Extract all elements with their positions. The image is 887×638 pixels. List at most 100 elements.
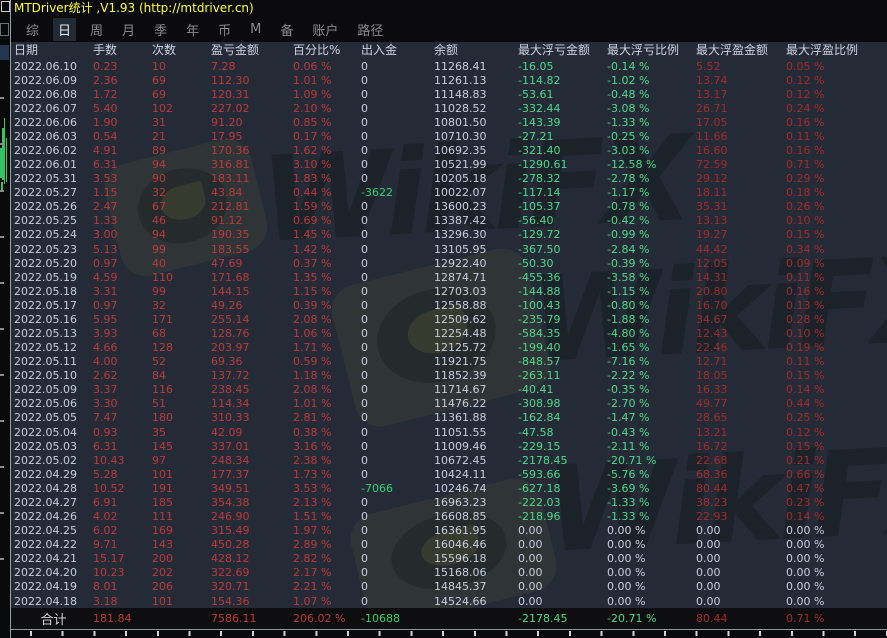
column-header[interactable]: 手数 (93, 42, 152, 59)
table-row[interactable]: 2022.05.0210.4397248.342.38 %010672.45-2… (11, 453, 887, 467)
table-row[interactable]: 2022.04.256.02169315.491.97 %016361.950.… (11, 524, 887, 538)
cell: 102 (152, 102, 211, 115)
cell: 0 (361, 200, 434, 213)
cell: 35.31 (696, 200, 786, 213)
table-row[interactable]: 2022.05.243.0094190.351.45 %013296.30-12… (11, 228, 887, 242)
cell: 2022.04.25 (14, 524, 93, 537)
cell: 322.69 (211, 566, 293, 579)
table-row[interactable]: 2022.05.057.47180310.332.81 %011361.88-1… (11, 411, 887, 425)
menu-item-币[interactable]: 币 (213, 18, 236, 41)
cell: 1.72 (93, 88, 152, 101)
menu-item-路径[interactable]: 路径 (352, 18, 388, 41)
tick-mark (0, 97, 4, 99)
table-row[interactable]: 2022.04.295.28101177.371.73 %010424.11-5… (11, 467, 887, 481)
table-row[interactable]: 2022.06.061.903191.200.85 %010801.50-143… (11, 115, 887, 129)
table-row[interactable]: 2022.05.194.59110171.681.35 %012874.71-4… (11, 270, 887, 284)
cell: -367.50 (518, 243, 607, 256)
menu-item-备[interactable]: 备 (275, 18, 298, 41)
table-row[interactable]: 2022.05.262.4767212.811.59 %013600.23-10… (11, 200, 887, 214)
cell: -593.66 (518, 468, 607, 481)
column-header[interactable]: 盈亏金额 (211, 42, 293, 59)
menu-item-综[interactable]: 综 (21, 18, 44, 41)
table-row[interactable]: 2022.04.264.02111246.901.51 %016608.85-2… (11, 510, 887, 524)
table-row[interactable]: 2022.05.114.005269.360.59 %011921.75-848… (11, 355, 887, 369)
table-row[interactable]: 2022.05.165.95171255.142.08 %012509.62-2… (11, 312, 887, 326)
cell: 7.47 (93, 411, 152, 424)
table-row[interactable]: 2022.05.133.9368128.761.06 %012254.48-58… (11, 326, 887, 340)
table-row[interactable]: 2022.05.124.66128203.971.71 %012125.72-1… (11, 341, 887, 355)
menu-item-日[interactable]: 日 (53, 18, 76, 41)
column-header[interactable]: 日期 (14, 42, 93, 59)
table-row[interactable]: 2022.04.229.71143450.282.89 %016046.460.… (11, 538, 887, 552)
cell: -129.72 (518, 228, 607, 241)
cell: -0.43 % (607, 426, 696, 439)
table-row[interactable]: 2022.06.024.9189170.361.62 %010692.35-32… (11, 143, 887, 157)
table-row[interactable]: 2022.06.092.3669112.301.01 %011261.13-11… (11, 73, 887, 87)
table-row[interactable]: 2022.06.016.3194316.813.10 %010521.99-12… (11, 158, 887, 172)
menu-item-月[interactable]: 月 (117, 18, 140, 41)
table-row[interactable]: 2022.06.100.23107.280.06 %011268.41-16.0… (11, 59, 887, 73)
cell: 0.00 % (786, 524, 887, 537)
menu-item-年[interactable]: 年 (181, 18, 204, 41)
cell: 0.18 % (786, 186, 887, 199)
menu-item-周[interactable]: 周 (85, 18, 108, 41)
cell: 11148.83 (434, 88, 518, 101)
table-row[interactable]: 2022.05.063.3051114.341.01 %011476.22-30… (11, 397, 887, 411)
column-header[interactable]: 次数 (152, 42, 211, 59)
cell: 2022.06.02 (14, 144, 93, 157)
cell: 13.21 (696, 426, 786, 439)
column-header[interactable]: 百分比% (293, 42, 361, 59)
table-row[interactable]: 2022.05.251.334691.120.69 %013387.42-56.… (11, 214, 887, 228)
cell: 0.10 % (786, 214, 887, 227)
table-row[interactable]: 2022.05.313.5390183.111.83 %010205.18-27… (11, 172, 887, 186)
column-header[interactable]: 最大浮盈比例 (786, 42, 887, 59)
table-row[interactable]: 2022.04.2810.52191349.513.53 %-706610246… (11, 481, 887, 495)
cell: -162.84 (518, 411, 607, 424)
table-row[interactable]: 2022.05.036.31145337.013.16 %011009.46-2… (11, 439, 887, 453)
table-row[interactable]: 2022.06.081.7269120.311.09 %011148.83-53… (11, 87, 887, 101)
cell: 10424.11 (434, 468, 518, 481)
cell: 32 (152, 299, 211, 312)
table-row[interactable]: 2022.04.198.01206320.712.21 %014845.370.… (11, 580, 887, 594)
cell: 0.93 (93, 426, 152, 439)
cell: 13.17 (696, 88, 786, 101)
menu-item-季[interactable]: 季 (149, 18, 172, 41)
column-header[interactable]: 最大浮盈金额 (696, 42, 786, 59)
menu-bar: 综日周月季年币M备账户路径 (11, 17, 887, 42)
cell: 2022.04.29 (14, 468, 93, 481)
cell: 0.16 % (786, 116, 887, 129)
cell: 1.35 % (293, 271, 361, 284)
menu-item-账户[interactable]: 账户 (307, 18, 343, 41)
table-row[interactable]: 2022.05.040.933542.090.38 %011051.55-47.… (11, 425, 887, 439)
cell: 0.34 % (786, 243, 887, 256)
cell: 5.52 (696, 60, 786, 73)
table-row[interactable]: 2022.05.271.153243.840.44 %-362210022.07… (11, 186, 887, 200)
cell: 2022.04.21 (14, 552, 93, 565)
table-row[interactable]: 2022.04.276.91185354.382.13 %016963.23-2… (11, 495, 887, 509)
table-row[interactable]: 2022.05.235.1399183.551.42 %013105.95-36… (11, 242, 887, 256)
column-header[interactable]: 最大浮亏比例 (607, 42, 696, 59)
menu-item-M[interactable]: M (245, 20, 266, 39)
cell: 0.21 % (786, 454, 887, 467)
table-row[interactable]: 2022.04.2115.17200428.122.82 %015596.180… (11, 552, 887, 566)
column-header[interactable]: 余额 (434, 42, 518, 59)
cell: 0 (361, 383, 434, 396)
cell: 13600.23 (434, 200, 518, 213)
column-header[interactable]: 出入金 (361, 42, 434, 59)
table-row[interactable]: 2022.05.170.973249.260.39 %012558.88-100… (11, 298, 887, 312)
table-row[interactable]: 2022.04.183.18101154.361.07 %014524.660.… (11, 594, 887, 608)
cell: 11268.41 (434, 60, 518, 73)
cell: 128 (152, 341, 211, 354)
column-header[interactable]: 最大浮亏金额 (518, 42, 607, 59)
table-row[interactable]: 2022.05.183.3199144.151.15 %012703.03-14… (11, 284, 887, 298)
table-row[interactable]: 2022.05.200.974047.690.37 %012922.40-50.… (11, 256, 887, 270)
table-row[interactable]: 2022.04.2010.23202322.692.17 %015168.060… (11, 566, 887, 580)
table-row[interactable]: 2022.05.093.37116238.452.08 %011714.67-4… (11, 383, 887, 397)
cell: 1.59 % (293, 200, 361, 213)
cell: -278.32 (518, 172, 607, 185)
table-row[interactable]: 2022.05.102.6284137.721.18 %011852.39-26… (11, 369, 887, 383)
cell: 11051.55 (434, 426, 518, 439)
table-row[interactable]: 2022.06.030.542117.950.17 %010710.30-27.… (11, 129, 887, 143)
table-row[interactable]: 2022.06.075.40102227.022.10 %011028.52-3… (11, 101, 887, 115)
cell: 3.37 (93, 383, 152, 396)
